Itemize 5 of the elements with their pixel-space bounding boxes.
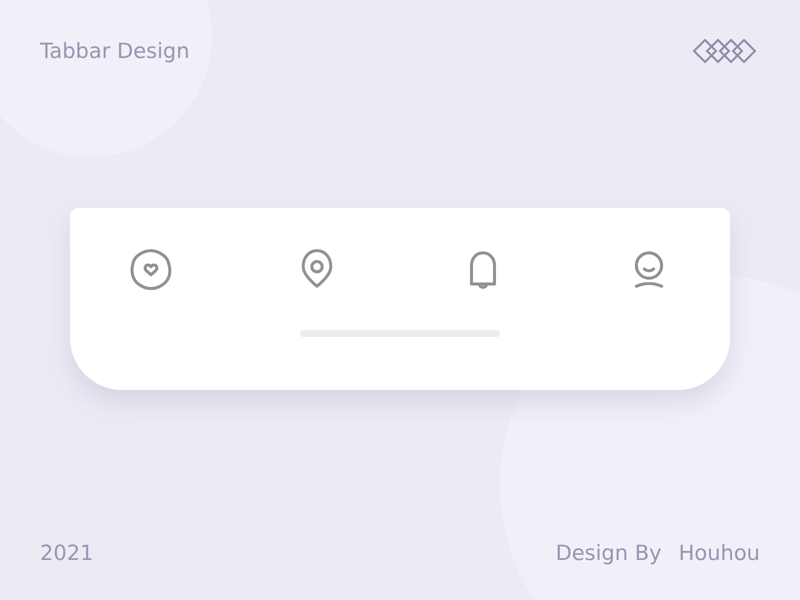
year: 2021: [40, 541, 94, 565]
title: Tabbar Design: [40, 39, 190, 63]
credit-label: Design By: [556, 541, 662, 565]
heart-tab-icon[interactable]: [128, 246, 174, 292]
author-name: Houhou: [678, 541, 760, 565]
